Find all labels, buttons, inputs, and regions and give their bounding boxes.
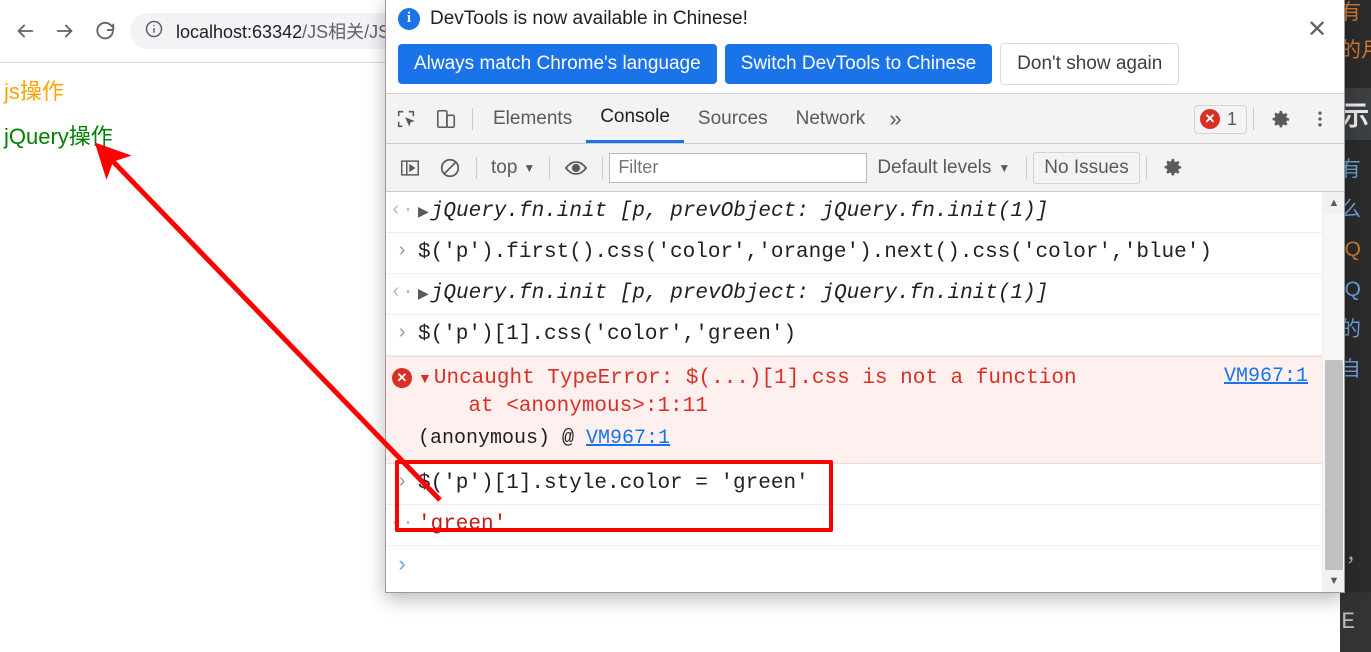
site-info-icon[interactable] — [144, 19, 164, 44]
row-content: ▶jQuery.fn.init [p, prevObject: jQuery.f… — [418, 280, 1048, 308]
live-expression-icon[interactable] — [556, 148, 596, 188]
console-toolbar: top ▼ Default levels ▼ No Issues — [386, 144, 1344, 192]
back-button[interactable] — [8, 14, 42, 48]
console-scrollbar[interactable]: ▲ ▼ — [1322, 192, 1344, 592]
devtools-language-banner: i DevTools is now available in Chinese! … — [386, 0, 1344, 94]
chevron-down-icon: ▼ — [998, 160, 1011, 175]
tab-network[interactable]: Network — [782, 94, 880, 143]
bg-editor-comma: ， — [1346, 544, 1366, 566]
reload-button[interactable] — [88, 14, 122, 48]
console-output-text: jQuery.fn.init [p, prevObject: jQuery.fn… — [430, 282, 1049, 305]
screenshot-root: 有 的月 示 有 么 jQ jQ 的自 ， Uncaught TypeE — [0, 0, 1371, 652]
divider — [1253, 108, 1254, 130]
inspect-element-icon[interactable] — [386, 99, 426, 139]
error-title: Uncaught TypeError: $(...)[1].css is not… — [433, 367, 1077, 390]
row-gutter: ‹· — [389, 199, 414, 222]
divider — [602, 156, 604, 179]
console-input-text: $('p').first().css('color','orange').nex… — [418, 241, 1212, 264]
error-title-line: ▼Uncaught TypeError: $(...)[1].css is no… — [418, 365, 1077, 393]
info-icon: i — [398, 7, 420, 30]
scrollbar-track[interactable] — [1323, 214, 1344, 580]
error-stack-line: at <anonymous>:1:11 — [418, 395, 708, 418]
scrollbar-thumb[interactable] — [1325, 360, 1343, 580]
forward-button[interactable] — [48, 14, 82, 48]
address-bar-url: localhost:63342/JS相关/JS — [176, 18, 390, 44]
log-levels-selector[interactable]: Default levels ▼ — [867, 157, 1020, 179]
console-prompt-row[interactable]: › — [386, 546, 1322, 586]
divider — [476, 156, 477, 179]
divider — [549, 156, 551, 179]
row-gutter: ✕ — [386, 365, 418, 388]
banner-actions: Always match Chrome's language Switch De… — [386, 33, 1344, 85]
execution-context-value: top — [491, 156, 518, 178]
tabbar-right-controls: ✕ 1 — [1193, 94, 1340, 144]
banner-message-row: i DevTools is now available in Chinese! — [386, 0, 1344, 33]
console-row-output[interactable]: ‹· ▶jQuery.fn.init [p, prevObject: jQuer… — [386, 274, 1322, 315]
row-gutter: › — [395, 240, 408, 263]
arrow-left-icon — [17, 24, 34, 38]
error-source-link[interactable]: VM967:1 — [1224, 365, 1308, 388]
console-row-error[interactable]: ✕ ▼Uncaught TypeError: $(...)[1].css is … — [386, 356, 1322, 464]
log-levels-value: Default levels — [877, 156, 992, 178]
console-row-input[interactable]: › $('p').first().css('color','orange').n… — [386, 233, 1322, 274]
clear-console-icon[interactable] — [430, 148, 470, 188]
console-input-text: $('p')[1].css('color','green') — [418, 323, 797, 346]
console-messages-area[interactable]: ‹· ▶jQuery.fn.init [p, prevObject: jQuer… — [386, 192, 1344, 592]
close-icon[interactable]: ✕ — [1304, 17, 1330, 43]
kebab-menu-icon[interactable] — [1300, 99, 1340, 139]
collapse-triangle-icon[interactable]: ▼ — [418, 370, 432, 386]
annotation-highlight-box — [395, 460, 833, 532]
dont-show-again-button[interactable]: Don't show again — [1000, 43, 1180, 85]
issues-button[interactable]: No Issues — [1033, 151, 1140, 184]
execution-context-selector[interactable]: top ▼ — [483, 157, 543, 179]
url-host: localhost:63342 — [176, 22, 303, 42]
row-content: ▶jQuery.fn.init [p, prevObject: jQuery.f… — [418, 198, 1048, 226]
more-tabs-icon[interactable]: » — [879, 106, 911, 132]
console-sidebar-icon[interactable] — [390, 148, 430, 188]
row-content: ▼Uncaught TypeError: $(...)[1].css is no… — [418, 365, 1077, 453]
expand-triangle-icon[interactable]: ▶ — [418, 203, 429, 219]
banner-message: DevTools is now available in Chinese! — [430, 7, 748, 29]
gear-icon[interactable] — [1153, 148, 1193, 188]
error-frame-prefix: (anonymous) @ — [418, 427, 587, 450]
error-frame-link[interactable]: VM967:1 — [586, 427, 670, 450]
tab-elements[interactable]: Elements — [479, 94, 586, 143]
reload-icon — [96, 21, 115, 40]
expand-triangle-icon[interactable]: ▶ — [418, 285, 429, 301]
error-frame-line: (anonymous) @ VM967:1 — [418, 425, 1077, 453]
scrollbar-down-icon[interactable]: ▼ — [1323, 570, 1344, 592]
divider — [1145, 156, 1147, 179]
error-count-badge[interactable]: ✕ 1 — [1193, 104, 1247, 134]
page-paragraph-js: js操作 — [4, 79, 64, 104]
tab-console[interactable]: Console — [586, 94, 684, 143]
tab-sources[interactable]: Sources — [684, 94, 782, 143]
console-output-text: jQuery.fn.init [p, prevObject: jQuery.fn… — [430, 200, 1049, 223]
scrollbar-up-icon[interactable]: ▲ — [1323, 192, 1344, 214]
arrow-right-icon — [56, 24, 73, 38]
row-gutter: ‹· — [389, 281, 414, 304]
page-paragraph-jquery: jQuery操作 — [4, 124, 113, 149]
url-path: /JS相关/JS — [302, 22, 391, 42]
divider — [472, 107, 473, 130]
gear-icon[interactable] — [1260, 99, 1300, 139]
device-toolbar-icon[interactable] — [426, 99, 466, 139]
switch-devtools-to-chinese-button[interactable]: Switch DevTools to Chinese — [724, 44, 993, 84]
error-icon: ✕ — [392, 368, 412, 388]
chevron-down-icon: ▼ — [523, 160, 536, 175]
always-match-chrome-language-button[interactable]: Always match Chrome's language — [398, 44, 717, 84]
row-gutter: › — [395, 322, 408, 345]
bg-editor-banner-text: 示 — [1342, 101, 1369, 131]
divider — [1026, 156, 1028, 179]
console-row-output[interactable]: ‹· ▶jQuery.fn.init [p, prevObject: jQuer… — [386, 192, 1322, 233]
error-count: 1 — [1226, 108, 1237, 129]
filter-input[interactable] — [609, 152, 868, 183]
devtools-tabbar: Elements Console Sources Network » ✕ 1 — [386, 94, 1344, 144]
error-icon: ✕ — [1199, 109, 1220, 129]
console-row-input[interactable]: › $('p')[1].css('color','green') — [386, 315, 1322, 356]
row-gutter: › — [395, 553, 409, 578]
